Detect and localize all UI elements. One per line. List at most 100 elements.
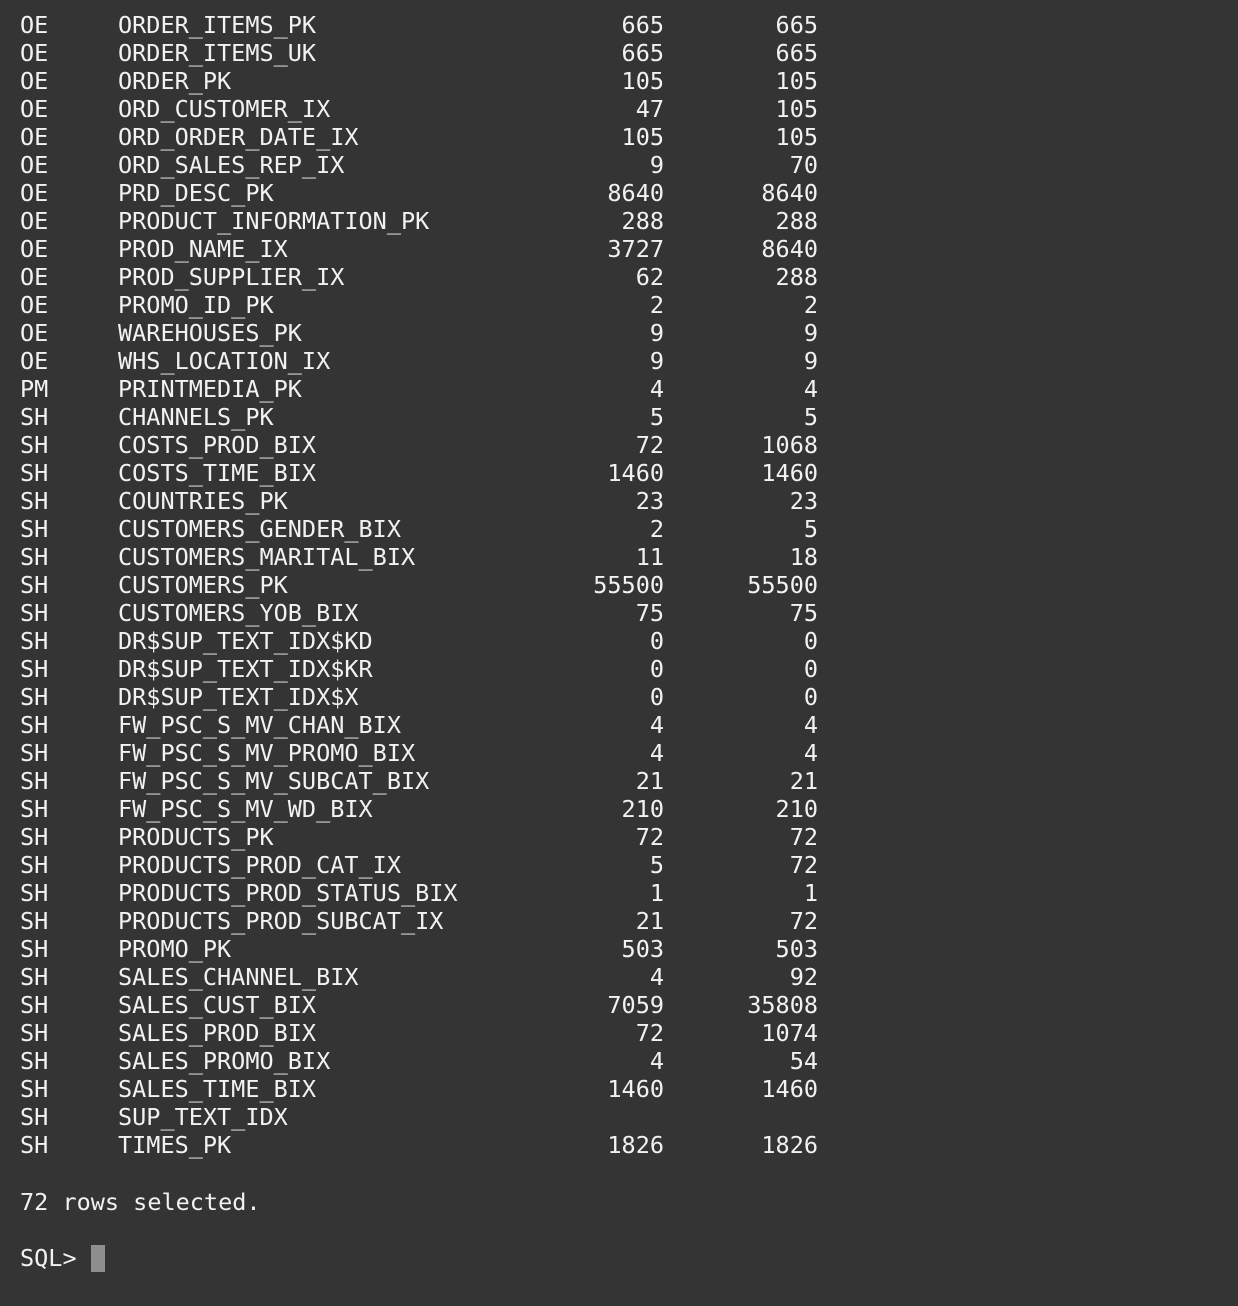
owner-cell: SH (20, 991, 49, 1019)
value-cell-1: 665 (621, 39, 664, 67)
value-cell-1: 4 (649, 375, 664, 403)
owner-cell: SH (20, 403, 49, 431)
owner-cell: SH (20, 739, 49, 767)
value-cell-1: 1 (649, 879, 664, 907)
value-cell-2: 1 (803, 879, 818, 907)
value-cell-1: 7059 (607, 991, 664, 1019)
value-cell-1: 62 (635, 263, 664, 291)
result-row: SH COSTS_TIME_BIX 1460 1460 (0, 459, 1238, 487)
owner-cell: OE (20, 95, 49, 123)
result-row: OE WHS_LOCATION_IX 9 9 (0, 347, 1238, 375)
index-name-cell: PRINTMEDIA_PK (118, 375, 302, 403)
index-name-cell: DR$SUP_TEXT_IDX$KD (118, 627, 373, 655)
terminal-window[interactable]: OE ORDER_ITEMS_PK 665 665 OE ORDER_ITEMS_UK 66… (0, 0, 1238, 1306)
value-cell-2: 0 (803, 627, 818, 655)
sql-prompt: SQL> (20, 1244, 77, 1272)
value-cell-1: 4 (649, 963, 664, 991)
value-cell-2: 1460 (761, 1075, 818, 1103)
result-row: SH FW_PSC_S_MV_PROMO_BIX 4 4 (0, 739, 1238, 767)
index-name-cell: FW_PSC_S_MV_SUBCAT_BIX (118, 767, 430, 795)
index-name-cell: ORDER_ITEMS_PK (118, 11, 317, 39)
value-cell-2: 4 (803, 711, 818, 739)
result-row: SH CUSTOMERS_YOB_BIX 75 75 (0, 599, 1238, 627)
index-name-cell: TIMES_PK (118, 1131, 232, 1159)
result-row: PM PRINTMEDIA_PK 4 4 (0, 375, 1238, 403)
result-row: OE ORD_SALES_REP_IX 9 70 (0, 151, 1238, 179)
index-name-cell: COSTS_TIME_BIX (118, 459, 317, 487)
value-cell-1: 665 (621, 11, 664, 39)
result-row: SH PRODUCTS_PROD_CAT_IX 5 72 (0, 851, 1238, 879)
value-cell-1: 0 (649, 683, 664, 711)
index-name-cell: CUSTOMERS_MARITAL_BIX (118, 543, 416, 571)
index-name-cell: CHANNELS_PK (118, 403, 274, 431)
value-cell-1: 3727 (607, 235, 664, 263)
value-cell-1: 55500 (593, 571, 664, 599)
result-row: SH CHANNELS_PK 5 5 (0, 403, 1238, 431)
index-name-cell: CUSTOMERS_YOB_BIX (118, 599, 359, 627)
value-cell-1: 105 (621, 123, 664, 151)
owner-cell: OE (20, 319, 49, 347)
result-row: OE ORDER_ITEMS_UK 665 665 (0, 39, 1238, 67)
value-cell-2: 288 (775, 207, 818, 235)
result-row: OE ORDER_PK 105 105 (0, 67, 1238, 95)
value-cell-2: 21 (789, 767, 818, 795)
text-cursor[interactable] (90, 1245, 105, 1272)
value-cell-2: 5 (803, 515, 818, 543)
result-row: SH FW_PSC_S_MV_WD_BIX 210 210 (0, 795, 1238, 823)
result-row: SH SALES_PROMO_BIX 4 54 (0, 1047, 1238, 1075)
owner-cell: SH (20, 683, 49, 711)
value-cell-1: 11 (635, 543, 664, 571)
rows-selected-message: 72 rows selected. (20, 1188, 261, 1216)
result-row: SH SALES_TIME_BIX 1460 1460 (0, 1075, 1238, 1103)
owner-cell: OE (20, 263, 49, 291)
value-cell-1: 21 (635, 767, 664, 795)
owner-cell: OE (20, 291, 49, 319)
value-cell-1: 4 (649, 1047, 664, 1075)
index-name-cell: FW_PSC_S_MV_CHAN_BIX (118, 711, 401, 739)
owner-cell: SH (20, 907, 49, 935)
value-cell-2: 1074 (761, 1019, 818, 1047)
result-row: OE PROD_NAME_IX 3727 8640 (0, 235, 1238, 263)
owner-cell: SH (20, 655, 49, 683)
value-cell-2: 1460 (761, 459, 818, 487)
result-row: SH DR$SUP_TEXT_IDX$KR 0 0 (0, 655, 1238, 683)
value-cell-2: 4 (803, 739, 818, 767)
value-cell-2: 288 (775, 263, 818, 291)
owner-cell: SH (20, 851, 49, 879)
value-cell-2: 75 (789, 599, 818, 627)
index-name-cell: SALES_TIME_BIX (118, 1075, 317, 1103)
index-name-cell: PRODUCTS_PROD_SUBCAT_IX (118, 907, 444, 935)
owner-cell: SH (20, 767, 49, 795)
value-cell-2: 105 (775, 67, 818, 95)
index-name-cell: WAREHOUSES_PK (118, 319, 302, 347)
result-row: SH CUSTOMERS_MARITAL_BIX 11 18 (0, 543, 1238, 571)
result-row: OE ORD_CUSTOMER_IX 47 105 (0, 95, 1238, 123)
sql-prompt-line[interactable]: SQL> (20, 1244, 105, 1272)
value-cell-2: 0 (803, 683, 818, 711)
owner-cell: OE (20, 207, 49, 235)
index-name-cell: CUSTOMERS_PK (118, 571, 288, 599)
value-cell-2: 72 (789, 851, 818, 879)
value-cell-2: 8640 (761, 235, 818, 263)
value-cell-1: 5 (649, 403, 664, 431)
index-name-cell: FW_PSC_S_MV_WD_BIX (118, 795, 373, 823)
value-cell-1: 9 (649, 347, 664, 375)
value-cell-1: 288 (621, 207, 664, 235)
index-name-cell: SUP_TEXT_IDX (118, 1103, 288, 1131)
result-row: SH PRODUCTS_PROD_SUBCAT_IX 21 72 (0, 907, 1238, 935)
result-row: OE PRODUCT_INFORMATION_PK 288 288 (0, 207, 1238, 235)
owner-cell: SH (20, 599, 49, 627)
value-cell-2: 105 (775, 123, 818, 151)
index-name-cell: ORD_CUSTOMER_IX (118, 95, 331, 123)
owner-cell: SH (20, 515, 49, 543)
value-cell-2: 9 (803, 319, 818, 347)
owner-cell: SH (20, 571, 49, 599)
value-cell-2: 665 (775, 39, 818, 67)
result-row: SH TIMES_PK 1826 1826 (0, 1131, 1238, 1159)
value-cell-1: 1826 (607, 1131, 664, 1159)
result-row: SH COSTS_PROD_BIX 72 1068 (0, 431, 1238, 459)
result-row: SH PROMO_PK 503 503 (0, 935, 1238, 963)
owner-cell: OE (20, 67, 49, 95)
index-name-cell: ORDER_ITEMS_UK (118, 39, 317, 67)
result-row: SH SALES_CUST_BIX 7059 35808 (0, 991, 1238, 1019)
